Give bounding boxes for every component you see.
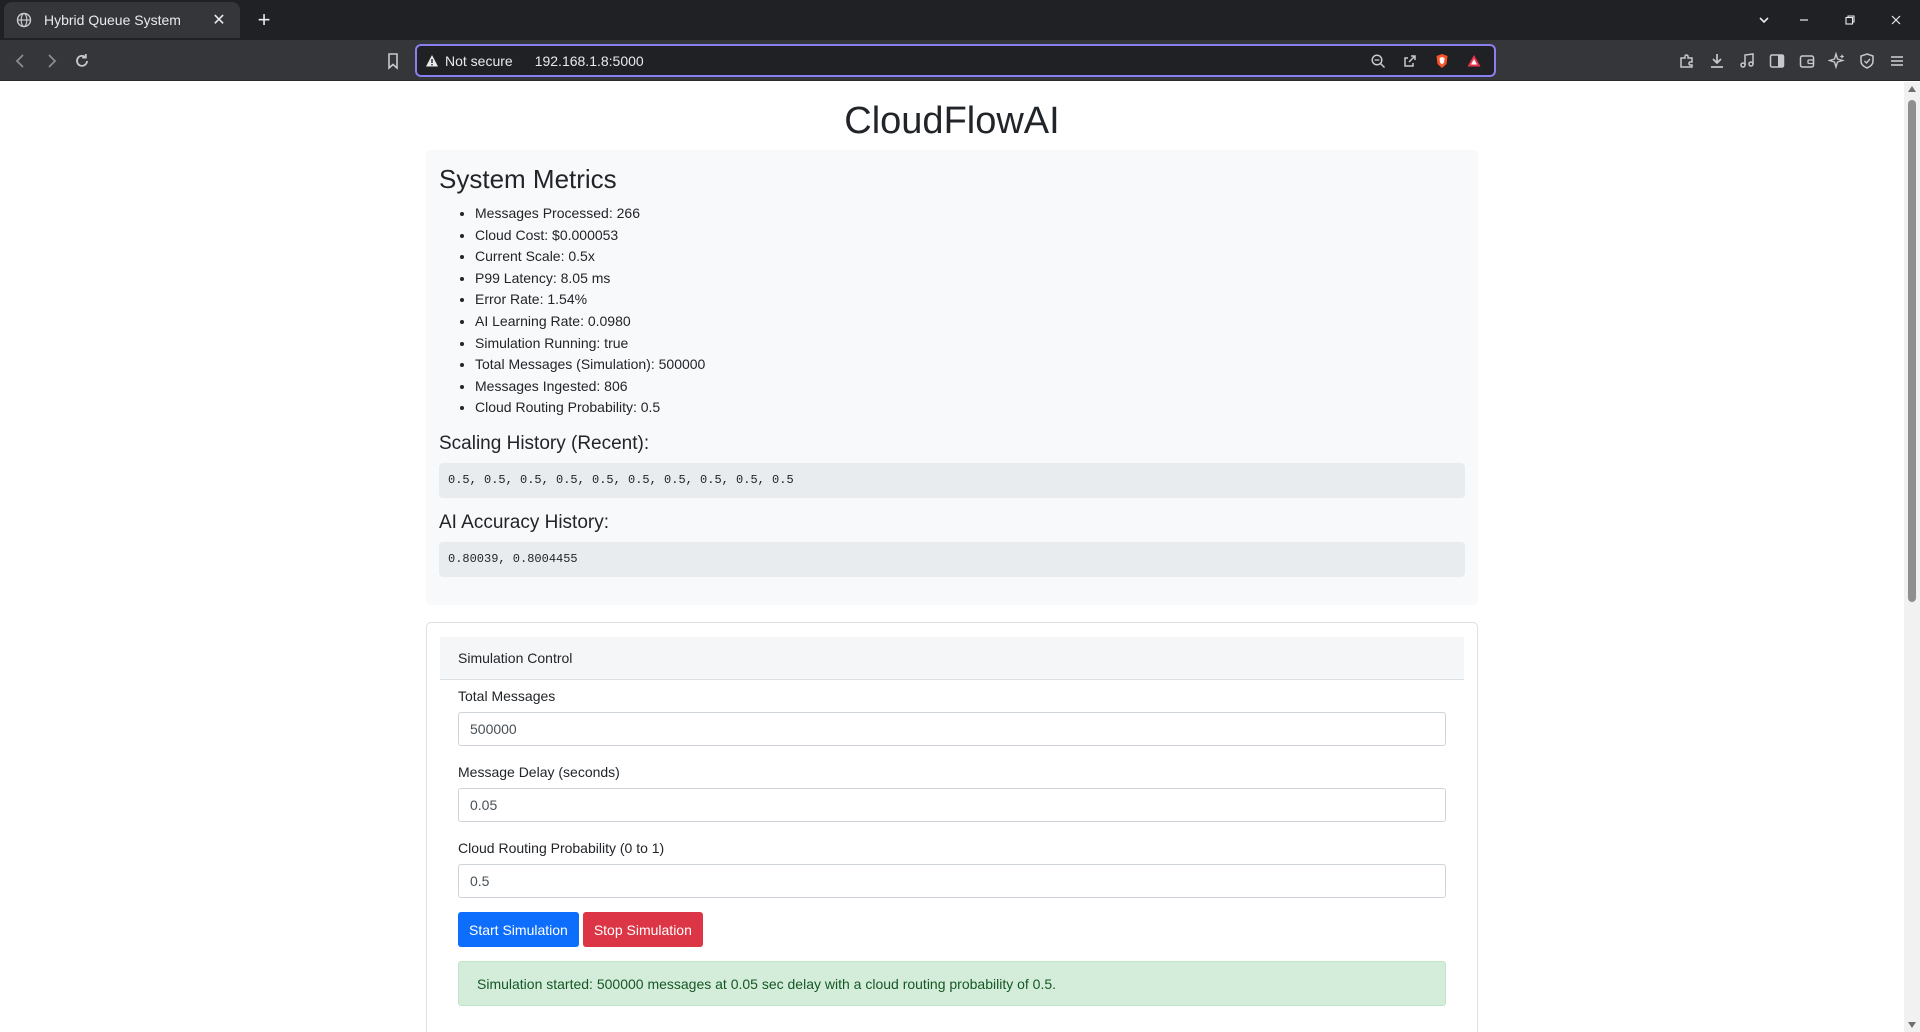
metric-simulation-running: Simulation Running: true: [475, 333, 1465, 355]
metric-cloud-cost: Cloud Cost: $0.000053: [475, 225, 1465, 247]
sidebar-icon[interactable]: [1764, 48, 1790, 74]
globe-icon: [16, 12, 32, 28]
metric-p99-latency: P99 Latency: 8.05 ms: [475, 268, 1465, 290]
card-header: Simulation Control: [440, 637, 1464, 680]
total-messages-label: Total Messages: [458, 688, 556, 704]
forward-icon[interactable]: [38, 48, 64, 74]
back-icon[interactable]: [8, 48, 34, 74]
warning-icon: [426, 54, 438, 66]
message-delay-input[interactable]: [458, 788, 1446, 822]
metric-error-rate: Error Rate: 1.54%: [475, 289, 1465, 311]
share-icon[interactable]: [1398, 50, 1422, 72]
browser-tab-strip: Hybrid Queue System ✕ +: [0, 0, 1920, 40]
metrics-heading: System Metrics: [439, 164, 617, 194]
metric-cloud-routing-probability: Cloud Routing Probability: 0.5: [475, 397, 1465, 419]
metrics-list: Messages Processed: 266 Cloud Cost: $0.0…: [439, 203, 1465, 419]
security-label: Not secure: [445, 52, 513, 69]
extensions-icon[interactable]: [1674, 48, 1700, 74]
security-indicator[interactable]: Not secure: [425, 53, 513, 69]
downloads-icon[interactable]: [1704, 48, 1730, 74]
metric-current-scale: Current Scale: 0.5x: [475, 246, 1465, 268]
scrollbar-thumb[interactable]: [1908, 100, 1916, 602]
brave-rewards-icon[interactable]: [1462, 50, 1486, 72]
button-row: Start Simulation Stop Simulation: [458, 912, 1446, 947]
media-icon[interactable]: [1734, 48, 1760, 74]
cloud-routing-probability-label: Cloud Routing Probability (0 to 1): [458, 840, 665, 856]
metric-total-messages: Total Messages (Simulation): 500000: [475, 354, 1465, 376]
new-tab-button[interactable]: +: [250, 6, 278, 34]
message-delay-label: Message Delay (seconds): [458, 764, 620, 780]
scroll-up-arrow-icon[interactable]: [1908, 86, 1916, 92]
status-alert: Simulation started: 500000 messages at 0…: [458, 961, 1446, 1006]
address-bar[interactable]: Not secure 192.168.1.8:5000: [415, 44, 1496, 77]
card-body: Total Messages Message Delay (seconds) C…: [458, 688, 1446, 1006]
accuracy-history-values: 0.80039, 0.8004455: [439, 541, 1465, 577]
browser-tab[interactable]: Hybrid Queue System ✕: [4, 2, 240, 38]
vpn-shield-icon[interactable]: [1854, 48, 1880, 74]
wallet-icon[interactable]: [1794, 48, 1820, 74]
system-metrics-panel: System Metrics Messages Processed: 266 C…: [426, 150, 1478, 605]
tab-close-icon[interactable]: ✕: [210, 10, 228, 30]
browser-toolbar: Not secure 192.168.1.8:5000: [0, 40, 1920, 81]
window-close-icon[interactable]: [1874, 0, 1918, 40]
stop-simulation-button[interactable]: Stop Simulation: [582, 912, 703, 947]
bookmark-icon[interactable]: [380, 48, 406, 74]
page-title: CloudFlowAI: [844, 100, 1060, 142]
brave-shields-icon[interactable]: [1430, 50, 1454, 72]
url-text[interactable]: 192.168.1.8:5000: [535, 53, 644, 69]
leo-ai-icon[interactable]: [1824, 48, 1850, 74]
scaling-history-values: 0.5, 0.5, 0.5, 0.5, 0.5, 0.5, 0.5, 0.5, …: [439, 462, 1465, 498]
metric-messages-processed: Messages Processed: 266: [475, 203, 1465, 225]
metric-ai-learning-rate: AI Learning Rate: 0.0980: [475, 311, 1465, 333]
restore-icon[interactable]: [1828, 0, 1872, 40]
reload-icon[interactable]: [69, 48, 95, 74]
start-simulation-button[interactable]: Start Simulation: [458, 912, 579, 947]
accuracy-history-heading: AI Accuracy History:: [439, 511, 609, 533]
tab-search-chevron-icon[interactable]: [1742, 0, 1786, 40]
total-messages-input[interactable]: [458, 712, 1446, 746]
page-scrollbar[interactable]: [1904, 82, 1920, 1032]
minimize-icon[interactable]: [1782, 0, 1826, 40]
tab-title: Hybrid Queue System: [44, 12, 181, 28]
page-viewport: CloudFlowAI System Metrics Messages Proc…: [0, 82, 1904, 1032]
scroll-down-arrow-icon[interactable]: [1908, 1022, 1916, 1028]
metric-messages-ingested: Messages Ingested: 806: [475, 376, 1465, 398]
scaling-history-heading: Scaling History (Recent):: [439, 432, 650, 454]
cloud-routing-probability-input[interactable]: [458, 864, 1446, 898]
zoom-icon[interactable]: [1366, 50, 1390, 72]
menu-icon[interactable]: [1884, 48, 1910, 74]
simulation-control-card: Simulation Control Total Messages Messag…: [426, 622, 1478, 1032]
